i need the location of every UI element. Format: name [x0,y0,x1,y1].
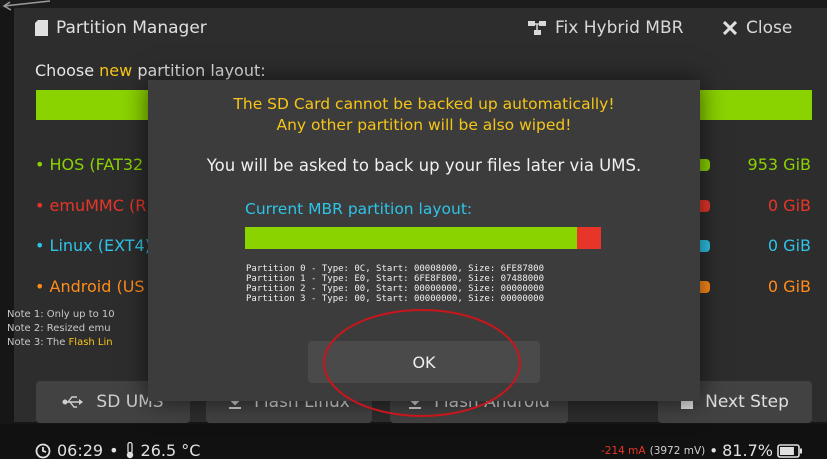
partition-size: 953 GiB [747,155,811,174]
window-title: Partition Manager [56,18,207,38]
fix-hybrid-mbr-label: Fix Hybrid MBR [555,18,684,38]
warning-dialog: The SD Card cannot be backed up automati… [148,80,700,417]
clock-time: 06:29 [57,441,104,459]
fix-hybrid-mbr-button[interactable]: Fix Hybrid MBR [528,18,683,38]
battery-status: -214 mA (3972 mV) • 81.7% [601,441,803,459]
status-separator: • [709,441,719,459]
layout-prompt-suffix: partition layout: [132,61,266,80]
ums-info-text: You will be asked to back up your files … [206,156,642,175]
next-step-label: Next Step [705,392,789,412]
partition-color-swatch [700,281,710,293]
sd-card-icon [35,20,48,36]
partition-color-swatch [700,240,710,252]
partition-size: 0 GiB [767,277,811,296]
mbr-partition-line: Partition 0 - Type: 0C, Start: 00008000,… [246,264,545,274]
mbr-layout-bar [245,227,601,249]
close-button[interactable]: Close [723,18,792,38]
partition-size: 0 GiB [767,236,811,255]
partition-size: 0 GiB [767,196,811,215]
annotation-circle [323,309,521,417]
layout-prompt: Choose new partition layout: [35,61,266,80]
partition-label: • HOS (FAT32 [35,155,144,174]
mbr-emummc-segment [577,227,601,249]
sitemap-icon [528,21,546,35]
note-3: Note 3: The Flash Lin [7,337,113,348]
layout-prompt-prefix: Choose [35,61,100,80]
note-3-highlight: Flash Lin [68,337,113,348]
note-3-prefix: Note 3: The [7,337,69,348]
clock-temp: 06:29 • 26.5 °C [35,441,200,459]
top-bar [0,0,827,8]
mbr-partition-line: Partition 1 - Type: E0, Start: 6FE8F800,… [246,274,545,284]
note-2: Note 2: Resized emu [7,323,111,334]
note-1: Note 1: Only up to 10 [7,309,115,320]
battery-percent: 81.7% [722,441,773,459]
partition-color-swatch [700,200,710,212]
partition-label: • Linux (EXT4) [35,236,151,255]
partition-color-swatch [700,159,710,171]
mbr-layout-title: Current MBR partition layout: [245,200,473,218]
status-separator: • [109,441,119,459]
battery-voltage: (3972 mV) [649,444,706,457]
warning-line-2: Any other partition will be also wiped! [276,116,572,134]
temperature: 26.5 °C [140,441,201,459]
battery-current: -214 mA [601,444,646,457]
partition-label: • emuMMC (R [35,196,147,215]
mbr-partition-line: Partition 3 - Type: 00, Start: 00000000,… [246,294,545,304]
layout-prompt-highlight: new [99,61,133,80]
thermometer-icon [126,442,133,459]
battery-icon [777,443,802,458]
partition-label: • Android (US [35,277,145,296]
battery-fill [779,446,794,455]
mbr-partition-line: Partition 2 - Type: 00, Start: 00000000,… [246,284,545,294]
close-label: Close [746,18,793,38]
usb-icon [62,396,84,408]
clock-icon [35,443,51,458]
warning-line-1: The SD Card cannot be backed up automati… [233,95,615,113]
close-icon [723,21,737,35]
